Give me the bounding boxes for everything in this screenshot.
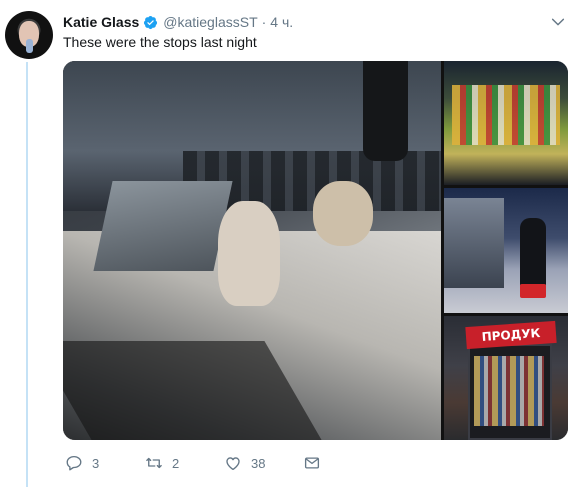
avatar-microphone	[26, 39, 33, 53]
direct-message-button[interactable]	[303, 452, 321, 474]
media-grid: ПРОДУК	[63, 61, 568, 440]
reply-button[interactable]: 3	[65, 452, 99, 474]
retweet-button[interactable]: 2	[145, 452, 179, 474]
photo-dog-sitting	[313, 181, 373, 246]
photo-train-steps	[93, 181, 233, 271]
like-count: 38	[251, 455, 266, 471]
author-name[interactable]: Katie Glass	[63, 14, 139, 30]
thread-line	[26, 62, 28, 487]
retweet-count: 2	[172, 455, 180, 471]
author-handle[interactable]: @katieglassST	[163, 14, 257, 30]
envelope-icon	[304, 457, 320, 469]
retweet-icon	[146, 457, 162, 469]
photo-train-side	[444, 198, 504, 288]
photo-woman-by-train[interactable]	[444, 188, 568, 313]
header-separator: ·	[261, 14, 267, 30]
avatar[interactable]	[5, 11, 53, 59]
chevron-down-icon[interactable]	[550, 14, 566, 30]
tweet-header: Katie Glass @katieglassST · 4 ч.	[63, 12, 293, 32]
tweet-timestamp[interactable]: 4 ч.	[270, 14, 293, 30]
like-button[interactable]: 38	[224, 452, 265, 474]
photo-dog-standing	[218, 201, 280, 306]
photo-snack-shelves	[452, 85, 560, 145]
photo-kiosk[interactable]: ПРОДУК	[444, 316, 568, 440]
photo-kiosk-goods	[474, 356, 544, 426]
reply-count: 3	[92, 455, 100, 471]
tweet-actions: 3 2 38	[63, 452, 363, 474]
photo-snack-stall[interactable]	[444, 61, 568, 185]
photo-red-boots	[520, 284, 546, 298]
reply-icon	[66, 455, 82, 471]
photo-person-legs	[363, 61, 408, 161]
tweet-text: These were the stops last night	[63, 34, 257, 50]
verified-badge-icon	[144, 15, 158, 29]
heart-icon	[226, 457, 240, 471]
photo-woman	[520, 218, 546, 288]
photo-dogs-platform[interactable]	[63, 61, 441, 440]
